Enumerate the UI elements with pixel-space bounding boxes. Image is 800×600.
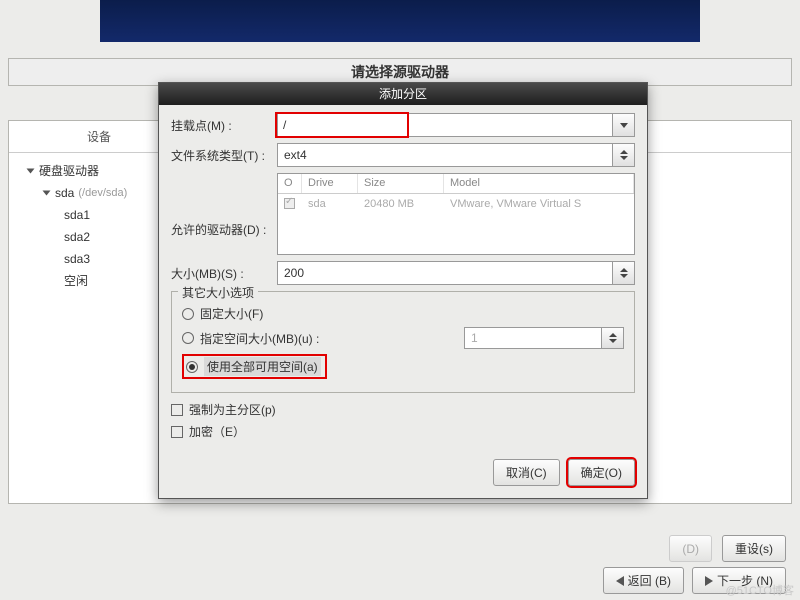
allowed-drives-label: 允许的驱动器(D) :: [171, 173, 277, 238]
drive-row-name: sda: [302, 194, 358, 216]
tree-partition[interactable]: sda2: [28, 226, 148, 248]
cancel-button[interactable]: 取消(C): [493, 459, 560, 486]
tree-partition[interactable]: sda1: [28, 204, 148, 226]
chevron-down-icon: [43, 191, 51, 196]
checkbox-icon[interactable]: [171, 426, 183, 438]
encrypt-label: 加密（E）: [189, 423, 245, 440]
drive-checkbox[interactable]: [284, 198, 295, 209]
down-icon: [620, 274, 628, 278]
drive-row[interactable]: sda 20480 MB VMware, VMware Virtual S: [278, 194, 634, 216]
specify-size-value: 1: [465, 331, 601, 345]
radio-use-all-space[interactable]: 使用全部可用空间(a): [182, 354, 624, 379]
radio-fixed-label: 固定大小(F): [200, 305, 263, 322]
radio-fixed-size[interactable]: 固定大小(F): [182, 305, 624, 322]
up-icon: [620, 150, 628, 154]
force-primary-label: 强制为主分区(p): [189, 401, 276, 418]
drive-row-size: 20480 MB: [358, 194, 444, 216]
size-options-legend: 其它大小选项: [178, 284, 258, 301]
back-button[interactable]: 返回 (B): [603, 567, 684, 594]
force-primary-checkbox[interactable]: 强制为主分区(p): [171, 401, 635, 418]
fstype-value: ext4: [278, 148, 612, 162]
add-partition-dialog: 添加分区 挂载点(M) : / 文件系统类型(T) : ext4 允许的驱动器(…: [158, 82, 648, 499]
arrow-right-icon: [705, 576, 713, 586]
mount-point-value[interactable]: /: [277, 114, 407, 136]
mount-point-dropdown[interactable]: [612, 114, 634, 136]
ok-button[interactable]: 确定(O): [568, 459, 635, 486]
drive-header-drive: Drive: [302, 174, 358, 193]
drive-header-check: O: [278, 174, 302, 193]
drive-row-model: VMware, VMware Virtual S: [444, 194, 634, 216]
radio-specify-label: 指定空间大小(MB)(u) :: [200, 330, 319, 347]
dialog-title: 添加分区: [159, 83, 647, 105]
device-tree: 硬盘驱动器 sda (/dev/sda) sda1 sda2 sda3 空闲: [28, 160, 148, 292]
down-icon: [609, 339, 617, 343]
size-value[interactable]: 200: [278, 266, 612, 280]
radio-icon[interactable]: [182, 308, 194, 320]
up-icon: [620, 268, 628, 272]
chevron-down-icon: [620, 123, 628, 128]
size-spin-buttons[interactable]: [612, 262, 634, 284]
drive-header-size: Size: [358, 174, 444, 193]
radio-icon[interactable]: [182, 332, 194, 344]
down-icon: [620, 156, 628, 160]
arrow-left-icon: [616, 576, 624, 586]
mount-point-label: 挂载点(M) :: [171, 117, 277, 134]
radio-icon[interactable]: [186, 361, 198, 373]
drive-header-model: Model: [444, 174, 634, 193]
tree-root[interactable]: 硬盘驱动器: [28, 160, 148, 182]
window-top-bar: [100, 0, 700, 42]
fstype-combo[interactable]: ext4: [277, 143, 635, 167]
tree-partition[interactable]: sda3: [28, 248, 148, 270]
create-button-disabled: (D): [669, 535, 712, 562]
fstype-spinner[interactable]: [612, 144, 634, 166]
allowed-drives-list[interactable]: O Drive Size Model sda 20480 MB VMware, …: [277, 173, 635, 255]
radio-useall-label: 使用全部可用空间(a): [204, 357, 321, 376]
size-label: 大小(MB)(S) :: [171, 265, 277, 282]
mount-point-combo[interactable]: /: [277, 113, 635, 137]
chevron-down-icon: [27, 169, 35, 174]
size-options-fieldset: 其它大小选项 固定大小(F) 指定空间大小(MB)(u) : 1 使用全: [171, 291, 635, 393]
size-spinner[interactable]: 200: [277, 261, 635, 285]
specify-size-spinner: 1: [464, 327, 624, 349]
tree-disk[interactable]: sda (/dev/sda): [28, 182, 148, 204]
fstype-label: 文件系统类型(T) :: [171, 147, 277, 164]
encrypt-checkbox[interactable]: 加密（E）: [171, 423, 635, 440]
up-icon: [609, 333, 617, 337]
tree-free-space[interactable]: 空闲: [28, 270, 148, 292]
checkbox-icon[interactable]: [171, 404, 183, 416]
reset-button[interactable]: 重设(s): [722, 535, 786, 562]
radio-specify-size[interactable]: 指定空间大小(MB)(u) : 1: [182, 327, 624, 349]
watermark: @51CTO博客: [726, 582, 794, 598]
